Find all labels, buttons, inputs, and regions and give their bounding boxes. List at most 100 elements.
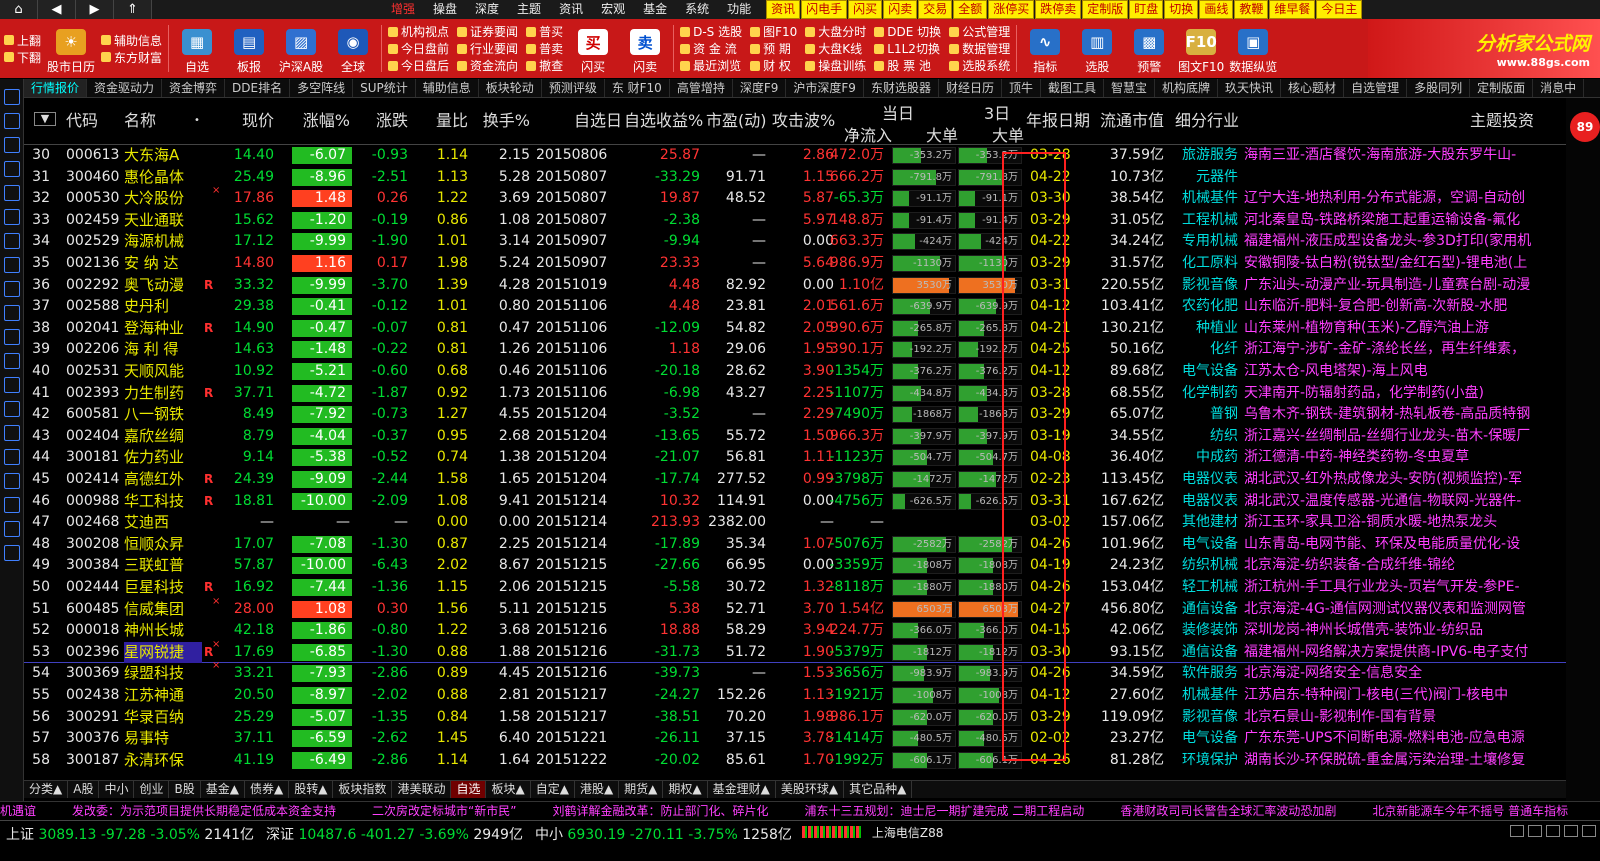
toolbar-big-big2-2[interactable]: ▨ 沪深A股 [275,19,327,78]
table-row[interactable]: 45 002414 高德红外 R 24.39 -9.09 -2.44 1.58 1.65 2015… [24,469,1566,491]
ticker-item[interactable]: 北京新能源车今年不摇号 普通车指标 [1372,802,1568,820]
toolbar-btn-small4-4-2[interactable]: 选股系统 [949,57,1010,74]
toolbar-btn-small4-0-0[interactable]: D-S 选股 [680,23,742,40]
toolbar-btn-small2-0-1[interactable]: 东方财富 [101,49,162,66]
header-return[interactable]: 自选收益% [624,104,703,138]
toolbar-btn-small4-3-0[interactable]: DDE 切换 [874,23,941,40]
tab-0[interactable]: 行情报价 [24,79,88,97]
toolbar-big-big2-0[interactable]: ▦ 自选 [171,19,223,78]
tab-23[interactable]: 定制版面 [1470,79,1534,97]
quick-tab-7[interactable]: 跌停卖 [1035,0,1082,19]
toolbar-btn-small3-1-0[interactable]: 证券要闻 [457,23,518,40]
quick-tab-8[interactable]: 定制版 [1082,0,1129,19]
circle-icon[interactable] [3,401,20,417]
toolbar-btn-small4-1-1[interactable]: 预 期 [750,40,797,57]
menu-3[interactable]: 主题 [508,0,550,19]
header-vol-ratio[interactable]: 量比 [424,104,468,138]
header-code[interactable]: 代码 [66,104,98,138]
table-row[interactable]: 31 300460 惠伦晶体 25.49 -8.96 -2.51 1.13 5.28 20150… [24,167,1566,189]
ticker-item[interactable]: 浦东十三五规划：迪士尼一期扩建完成 二期工程启动 [804,802,1084,820]
table-row[interactable]: 32 000530 大冷股份 × 17.86 1.48 0.26 1.22 3.69 201508… [24,185,1566,210]
table-row[interactable]: 49 300384 三联虹普 57.87 -10.00 -6.43 2.02 8.67 2015… [24,555,1566,577]
toolbar-big-big4-1[interactable]: ▥ 选股 [1071,19,1123,78]
toolbar-big-big4-4[interactable]: ▣ 数据纵览 [1227,19,1279,78]
header-price[interactable]: 现价 [214,104,274,138]
sector-tab-2[interactable]: 中小 [99,781,135,798]
menu-8[interactable]: 功能 [718,0,760,19]
message-icon[interactable] [1564,825,1578,837]
table-icon[interactable] [3,233,20,249]
quick-tab-14[interactable]: 今日主 [1316,0,1363,19]
table-row[interactable]: 56 300291 华录百纳 25.29 -5.07 -1.35 0.84 1.58 20151… [24,707,1566,729]
menu-5[interactable]: 宏观 [592,0,634,19]
toolbar-btn-small4-1-0[interactable]: 图F10 [750,23,797,40]
tab-15[interactable]: 顶牛 [1002,79,1041,97]
index-shenzhen[interactable]: 深证 10487.6 -401.27 -3.69% 2949亿 [260,821,529,844]
lhb-icon[interactable] [3,545,20,561]
header-inflow[interactable]: 净流入 [844,122,892,146]
table-row[interactable]: 57 300376 易事特 37.11 -6.59 -2.62 1.45 6.40 201512… [24,728,1566,750]
tab-14[interactable]: 财经日历 [939,79,1002,97]
quick-tab-13[interactable]: 维早餐 [1269,0,1316,19]
down-arrow-icon[interactable] [3,137,20,153]
toolbar-btn-small4-4-1[interactable]: 数据管理 [949,40,1010,57]
sector-tab-16[interactable]: 基金理财▲ [708,781,776,798]
toolbar-btn-small3-2-2[interactable]: 撤查 [526,57,563,74]
bar-icon[interactable] [3,329,20,345]
lock-icon[interactable] [1528,825,1542,837]
sector-tab-11[interactable]: 板块▲ [486,781,531,798]
double-up-icon[interactable]: ⇑ [114,0,152,19]
quick-tab-9[interactable]: 盯盘 [1129,0,1164,19]
sector-tab-15[interactable]: 期权▲ [663,781,708,798]
table-row[interactable]: 41 002393 力生制药 R 37.71 -4.72 -1.87 0.92 1.73 2015… [24,383,1566,405]
menu-1[interactable]: 操盘 [424,0,466,19]
header-chg[interactable]: 涨跌 [364,104,408,138]
toolbar-big-big4-2[interactable]: ▩ 预警 [1123,19,1175,78]
sector-tab-4[interactable]: B股 [169,781,201,798]
tab-1[interactable]: 资金驱动力 [87,79,163,97]
table-row[interactable]: 37 002588 史丹利 29.38 -0.41 -0.12 1.01 0.80 201511… [24,296,1566,318]
toolbar-btn-small4-1-2[interactable]: 财 权 [750,57,797,74]
index-shanghai[interactable]: 上证 3089.13 -97.28 -3.05% 2141亿 [0,821,260,844]
table-row[interactable]: 48 300208 恒顺众昇 17.07 -7.08 -1.30 0.87 2.25 20151… [24,534,1566,556]
table-row[interactable]: 34 002529 海源机械 17.12 -9.99 -1.90 1.01 3.14 20150… [24,231,1566,253]
tab-9[interactable]: 东 财F10 [605,79,670,97]
table-row[interactable]: 33 002459 天业通联 15.62 -1.20 -0.19 0.86 1.08 20150… [24,210,1566,232]
sector-tab-17[interactable]: 美股环球▲ [776,781,845,798]
toolbar-btn-small4-3-2[interactable]: 股 票 池 [874,57,941,74]
refresh-icon[interactable] [1510,825,1524,837]
toolbar-btn-small3-0-2[interactable]: 今日盘后 [388,57,449,74]
tab-5[interactable]: SUP统计 [353,79,416,97]
toolbar-btn-small3-1-2[interactable]: 资金流向 [457,57,518,74]
menu-7[interactable]: 系统 [676,0,718,19]
table-row[interactable]: 46 000988 华工科技 R 18.81 -10.00 -2.09 1.08 9.41 201… [24,491,1566,513]
arrow-right-icon[interactable]: ▶ [76,0,114,19]
quick-tab-2[interactable]: 闪买 [848,0,883,19]
toolbar-btn-small4-0-1[interactable]: 资 金 流 [680,40,742,57]
quick-tab-3[interactable]: 闪卖 [883,0,918,19]
header-big-today[interactable]: 大单 [926,122,958,146]
header-attack[interactable]: 攻击波% [772,104,835,138]
tab-22[interactable]: 多股同列 [1407,79,1471,97]
toolbar-btn-left_small-0-0[interactable]: 上翻 [4,32,41,49]
tab-18[interactable]: 机构底牌 [1155,79,1219,97]
window-icon[interactable] [1546,825,1560,837]
sector-tab-10[interactable]: 自选 [451,781,487,798]
table-row[interactable]: 42 600581 八一钢铁 8.49 -7.92 -0.73 1.27 4.55 201512… [24,404,1566,426]
header-theme[interactable]: 主题投资 [1424,104,1534,138]
toolbar-big-big2-1[interactable]: ▤ 板报 [223,19,275,78]
home-icon[interactable] [3,89,20,105]
toolbar-btn-small2-0-0[interactable]: 辅助信息 [101,32,162,49]
index-smallcap[interactable]: 中小 6930.19 -270.11 -3.75% 1258亿 [529,821,798,844]
etf-icon[interactable] [3,521,20,537]
sector-tab-7[interactable]: 股转▲ [289,781,334,798]
up-arrow-icon[interactable] [3,113,20,129]
sector-tab-6[interactable]: 债券▲ [245,781,290,798]
menu-6[interactable]: 基金 [634,0,676,19]
table-row[interactable]: 55 002438 江苏神通 20.50 -8.97 -2.02 0.88 2.81 20151… [24,685,1566,707]
quick-tab-5[interactable]: 全额 [953,0,988,19]
tab-16[interactable]: 截图工具 [1041,79,1104,97]
table-row[interactable]: 51 600485 信威集团 × 28.00 1.08 0.30 1.56 5.11 201512… [24,596,1566,621]
header-industry[interactable]: 细分行业 [1159,104,1239,138]
toolbar-big-big3-0[interactable]: 买闪买 [567,19,619,78]
